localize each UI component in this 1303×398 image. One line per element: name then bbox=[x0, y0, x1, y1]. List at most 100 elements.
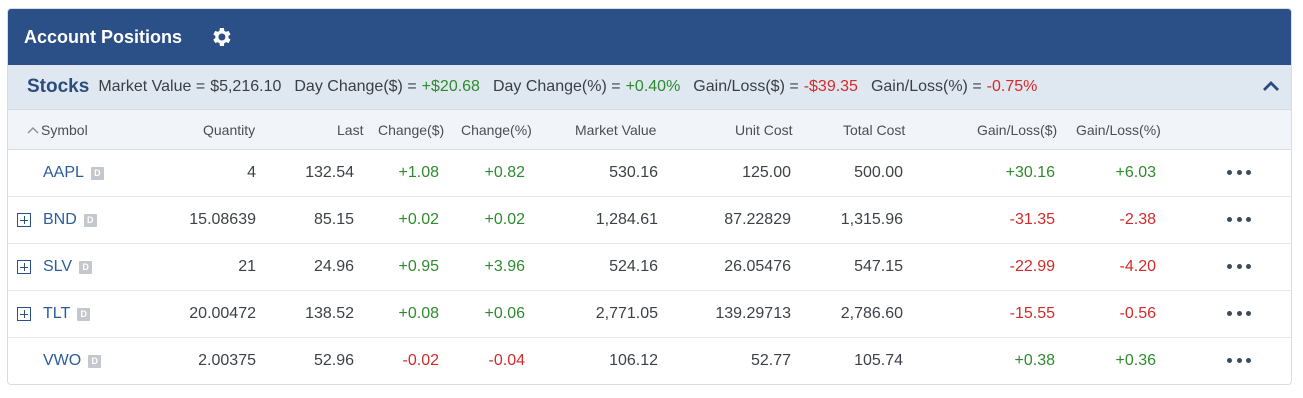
detail-badge-icon[interactable]: D bbox=[90, 167, 104, 180]
cell-gain-loss: +0.38 bbox=[1014, 352, 1055, 369]
cell-gain-loss: +30.16 bbox=[1005, 164, 1055, 181]
symbol-link[interactable]: AAPL D bbox=[43, 164, 104, 182]
cell-gain-loss: -22.99 bbox=[1009, 258, 1055, 275]
gear-icon[interactable] bbox=[208, 24, 234, 50]
expand-plus-icon[interactable] bbox=[17, 260, 31, 274]
cell-change: +1.08 bbox=[398, 164, 439, 181]
table-header: Symbol Quantity Last Change($) Change(%)… bbox=[8, 110, 1291, 150]
more-options-dot bbox=[1246, 169, 1251, 175]
market-value-total: $5,216.10 bbox=[210, 78, 282, 95]
more-options-icon[interactable] bbox=[1227, 303, 1251, 323]
gain-loss-label: Gain/Loss($) = bbox=[693, 78, 799, 95]
cell-gain-loss-pct: +6.03 bbox=[1115, 164, 1156, 181]
symbol-text: VWO bbox=[43, 352, 82, 369]
day-change-pct-label: Day Change(%) = bbox=[492, 78, 621, 95]
gain-loss-total: -$39.35 bbox=[803, 78, 858, 95]
more-options-icon[interactable] bbox=[1227, 162, 1251, 182]
cell-change-pct: -0.04 bbox=[488, 352, 525, 369]
cell-unit-cost: 52.77 bbox=[750, 352, 791, 369]
section-title: Stocks bbox=[27, 76, 90, 97]
market-value-label: Market Value = bbox=[98, 78, 206, 95]
cell-change-pct: +3.96 bbox=[484, 258, 525, 275]
table-row: VWO D 2.00375 52.96 -0.02 -0.04 106.12 52.77 105… bbox=[8, 338, 1291, 384]
day-change-label: Day Change($) = bbox=[294, 78, 417, 95]
column-header-total-cost[interactable]: Total Cost bbox=[843, 122, 905, 138]
cell-gain-loss-pct: -2.38 bbox=[1119, 211, 1156, 228]
more-options-dot bbox=[1246, 310, 1251, 316]
sort-ascending-icon bbox=[27, 127, 39, 134]
column-header-unit-cost[interactable]: Unit Cost bbox=[735, 122, 793, 138]
cell-last: 52.96 bbox=[313, 352, 354, 369]
cell-quantity: 21 bbox=[238, 258, 256, 275]
more-options-dot bbox=[1227, 263, 1232, 269]
table-row: SLV D 21 24.96 +0.95 +3.96 524.16 26.05476 547.1… bbox=[8, 244, 1291, 291]
detail-badge-icon[interactable]: D bbox=[83, 214, 97, 227]
table-row: AAPL D 4 132.54 +1.08 +0.82 530.16 125.00 500.00… bbox=[8, 150, 1291, 197]
cell-change-pct: +0.06 bbox=[484, 305, 525, 322]
more-options-dot bbox=[1227, 310, 1232, 316]
expand-plus-icon[interactable] bbox=[17, 307, 31, 321]
gain-loss-pct-label: Gain/Loss(%) = bbox=[870, 78, 982, 95]
more-options-dot bbox=[1246, 357, 1251, 363]
cell-unit-cost: 125.00 bbox=[742, 164, 791, 181]
column-header-market-value[interactable]: Market Value bbox=[575, 122, 656, 138]
more-options-dot bbox=[1236, 310, 1242, 316]
column-header-gain-loss-pct[interactable]: Gain/Loss(%) bbox=[1076, 122, 1161, 138]
symbol-link[interactable]: VWO D bbox=[43, 352, 102, 370]
cell-gain-loss: -31.35 bbox=[1009, 211, 1055, 228]
panel-title: Account Positions bbox=[24, 26, 183, 47]
more-options-dot bbox=[1227, 169, 1232, 175]
cell-change-pct: +0.82 bbox=[484, 164, 525, 181]
symbol-link[interactable]: TLT D bbox=[43, 305, 91, 323]
more-options-dot bbox=[1227, 357, 1232, 363]
cell-market-value: 2,771.05 bbox=[595, 305, 658, 322]
day-change-pct-total: +0.40% bbox=[625, 78, 681, 95]
chevron-up-icon[interactable] bbox=[1261, 77, 1281, 97]
symbol-link[interactable]: BND D bbox=[43, 211, 97, 229]
column-header-gain-loss[interactable]: Gain/Loss($) bbox=[977, 122, 1057, 138]
more-options-icon[interactable] bbox=[1227, 256, 1251, 276]
symbol-text: TLT bbox=[43, 305, 71, 322]
cell-gain-loss-pct: +0.36 bbox=[1115, 352, 1156, 369]
cell-change: +0.02 bbox=[398, 211, 439, 228]
column-header-quantity[interactable]: Quantity bbox=[203, 122, 255, 138]
cell-quantity: 2.00375 bbox=[198, 352, 256, 369]
cell-change: +0.95 bbox=[398, 258, 439, 275]
cell-last: 85.15 bbox=[313, 211, 354, 228]
column-header-symbol[interactable]: Symbol bbox=[27, 122, 88, 138]
more-options-dot bbox=[1227, 216, 1232, 222]
cell-market-value: 524.16 bbox=[609, 258, 658, 275]
table-row: BND D 15.08639 85.15 +0.02 +0.02 1,284.61 87.22… bbox=[8, 197, 1291, 244]
cell-last: 138.52 bbox=[305, 305, 354, 322]
more-options-icon[interactable] bbox=[1227, 209, 1251, 229]
cell-quantity: 4 bbox=[247, 164, 256, 181]
more-options-dot bbox=[1236, 357, 1242, 363]
cell-unit-cost: 139.29713 bbox=[715, 305, 791, 322]
symbol-link[interactable]: SLV D bbox=[43, 258, 93, 276]
cell-total-cost: 2,786.60 bbox=[840, 305, 903, 322]
column-header-last[interactable]: Last bbox=[337, 122, 363, 138]
column-header-change[interactable]: Change($) bbox=[378, 122, 444, 138]
positions-table-body: AAPL D 4 132.54 +1.08 +0.82 530.16 125.00 500.00… bbox=[8, 150, 1291, 384]
cell-total-cost: 500.00 bbox=[854, 164, 903, 181]
account-positions-panel: Account Positions Stocks Market Value = … bbox=[7, 8, 1292, 385]
cell-unit-cost: 26.05476 bbox=[724, 258, 791, 275]
detail-badge-icon[interactable]: D bbox=[79, 261, 93, 274]
expand-plus-icon[interactable] bbox=[17, 213, 31, 227]
column-header-change-pct[interactable]: Change(%) bbox=[461, 122, 532, 138]
cell-quantity: 15.08639 bbox=[189, 211, 256, 228]
cell-last: 132.54 bbox=[305, 164, 354, 181]
symbol-text: SLV bbox=[43, 258, 73, 275]
cell-gain-loss: -15.55 bbox=[1009, 305, 1055, 322]
more-options-icon[interactable] bbox=[1227, 350, 1251, 370]
cell-total-cost: 547.15 bbox=[854, 258, 903, 275]
more-options-dot bbox=[1236, 169, 1242, 175]
cell-market-value: 106.12 bbox=[609, 352, 658, 369]
detail-badge-icon[interactable]: D bbox=[88, 355, 102, 368]
cell-market-value: 530.16 bbox=[609, 164, 658, 181]
symbol-text: BND bbox=[43, 211, 77, 228]
day-change-total: +$20.68 bbox=[421, 78, 480, 95]
detail-badge-icon[interactable]: D bbox=[77, 308, 91, 321]
cell-total-cost: 105.74 bbox=[854, 352, 903, 369]
cell-change-pct: +0.02 bbox=[484, 211, 525, 228]
